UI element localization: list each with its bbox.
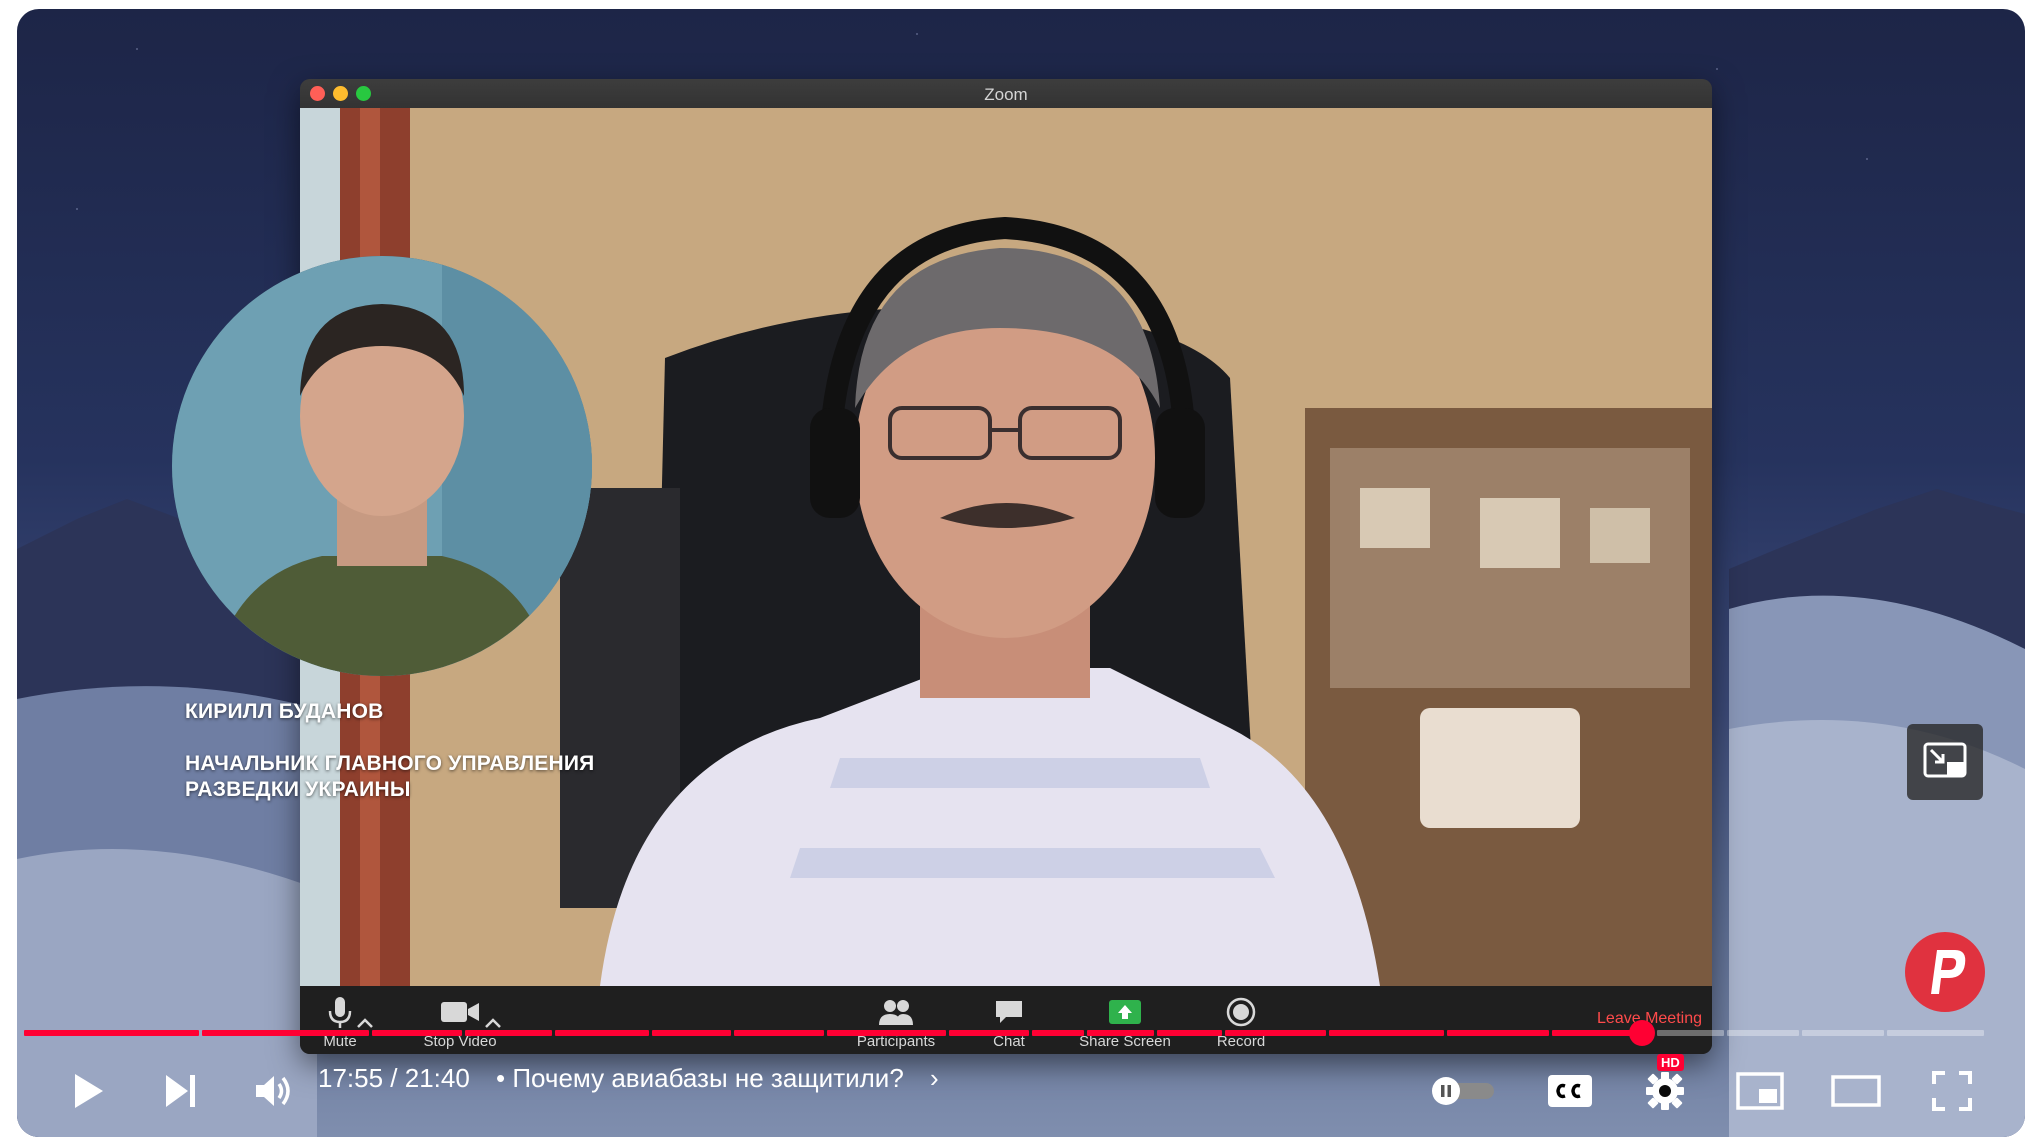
progress-played-segment — [1032, 1030, 1084, 1036]
hd-badge: HD — [1657, 1054, 1684, 1071]
zoom-window-title: Zoom — [984, 85, 1028, 104]
volume-icon — [256, 1076, 290, 1106]
progress-played-segment — [734, 1030, 824, 1036]
progress-played-segment — [1225, 1030, 1326, 1036]
record-button[interactable]: Record — [1186, 995, 1296, 1050]
progress-played-segment — [372, 1030, 462, 1036]
autoplay-toggle-icon — [1432, 1077, 1494, 1105]
theater-mode-button[interactable] — [1826, 1052, 1886, 1130]
guest-portrait — [172, 256, 592, 676]
share-screen-icon — [1109, 1000, 1141, 1024]
channel-watermark-logo[interactable] — [1905, 932, 1985, 1012]
progress-played-segment — [555, 1030, 649, 1036]
theater-icon — [1831, 1075, 1881, 1107]
chevron-up-icon — [357, 1018, 373, 1028]
progress-remaining-segment — [1887, 1030, 1984, 1036]
play-button[interactable] — [58, 1052, 118, 1130]
progress-scrubber-handle[interactable] — [1629, 1020, 1656, 1046]
next-button[interactable] — [150, 1052, 210, 1130]
zoom-titlebar: Zoom — [300, 79, 1712, 108]
participants-button[interactable]: Participants — [841, 995, 951, 1050]
progress-remaining-segment — [1657, 1030, 1724, 1036]
miniplayer-button[interactable] — [1730, 1052, 1790, 1130]
progress-played-segment — [1329, 1030, 1444, 1036]
captions-button[interactable] — [1540, 1052, 1600, 1130]
chat-button[interactable]: Chat — [954, 995, 1064, 1050]
chevron-up-icon — [485, 1018, 501, 1028]
fullscreen-icon — [1932, 1071, 1972, 1111]
time-display: 17:55 / 21:40 — [318, 1063, 470, 1093]
autoplay-toggle[interactable] — [1428, 1052, 1498, 1130]
settings-icon — [1646, 1072, 1684, 1110]
chapter-title-text: Почему авиабазы не защитили? — [512, 1063, 904, 1093]
guest-name-caption: КИРИЛЛ БУДАНОВ — [185, 700, 384, 723]
record-icon — [1226, 997, 1256, 1027]
chapter-title[interactable]: • Почему авиабазы не защитили? — [496, 1063, 904, 1094]
fullscreen-button[interactable] — [1922, 1052, 1982, 1130]
progress-remaining-segment — [1727, 1030, 1799, 1036]
progress-remaining-segment — [1802, 1030, 1884, 1036]
participants-icon — [879, 1000, 913, 1025]
progress-played-segment — [24, 1030, 199, 1036]
guest-portrait-image — [172, 256, 592, 676]
miniplayer-icon — [1736, 1072, 1784, 1110]
progress-played-segment — [1447, 1030, 1549, 1036]
cc-icon — [1548, 1075, 1592, 1107]
channel-logo-icon — [1931, 950, 1966, 994]
progress-played-segment — [1087, 1030, 1154, 1036]
guest-position-line2: РАЗВЕДКИ УКРАИНЫ — [185, 778, 411, 801]
progress-played-segment — [202, 1030, 369, 1036]
zoom-toolbar: Mute Stop Video Participants Chat Share … — [300, 986, 1712, 1054]
progress-played-segment — [465, 1030, 552, 1036]
chat-bubble-icon — [996, 1001, 1022, 1023]
chapter-separator: • — [496, 1063, 506, 1093]
picture-in-picture-icon — [1923, 742, 1967, 778]
play-icon — [75, 1074, 103, 1108]
progress-played-segment — [949, 1030, 1029, 1036]
share-screen-button[interactable]: Share Screen — [1070, 995, 1180, 1050]
progress-played-segment — [827, 1030, 946, 1036]
miniplayer-expand-button[interactable] — [1907, 724, 1983, 800]
progress-played-segment — [1157, 1030, 1222, 1036]
guest-position-line1: НАЧАЛЬНИК ГЛАВНОГО УПРАВЛЕНИЯ — [185, 752, 595, 775]
chapter-chevron-right-icon[interactable]: › — [930, 1063, 939, 1094]
progress-played-segment — [652, 1030, 731, 1036]
volume-button[interactable] — [244, 1052, 304, 1130]
progress-bar[interactable] — [24, 1020, 1984, 1046]
next-icon — [166, 1075, 195, 1107]
